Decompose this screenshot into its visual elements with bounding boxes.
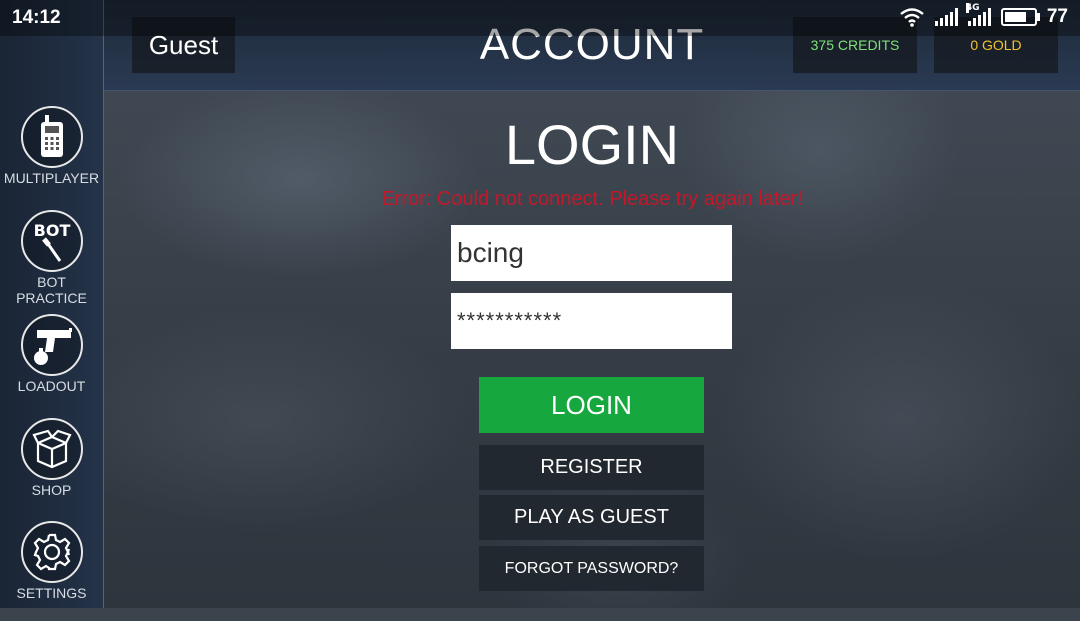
sidebar-item-loadout[interactable]: LOADOUT: [0, 314, 103, 414]
username-input[interactable]: [451, 225, 732, 281]
sidebar-item-label: SHOP: [31, 482, 72, 498]
error-message: Error: Could not connect. Please try aga…: [381, 188, 803, 210]
battery-icon: [1000, 8, 1040, 26]
play-as-guest-button[interactable]: PLAY AS GUEST: [479, 495, 704, 540]
sidebar-item-label: LOADOUT: [17, 378, 86, 394]
credits-value: 375 CREDITS: [810, 37, 900, 53]
sidebar-item-shop[interactable]: SHOP: [0, 418, 103, 518]
sidebar-item-settings[interactable]: SETTINGS: [0, 521, 103, 621]
bot-badge-text: BOT: [34, 221, 71, 240]
gold-value: 0 GOLD: [970, 37, 1022, 53]
battery-percentage: 77: [1046, 6, 1068, 27]
status-bar: 14:12 4G 77: [0, 0, 1080, 36]
gear-icon: [21, 521, 83, 583]
signal-bars-icon: [934, 8, 958, 26]
sidebar-item-label: MULTIPLAYER: [3, 170, 100, 186]
forgot-password-button[interactable]: FORGOT PASSWORD?: [479, 546, 704, 591]
wifi-icon: [900, 8, 924, 27]
walkie-talkie-icon: [21, 106, 83, 168]
network-type: 4G: [965, 3, 980, 13]
register-button[interactable]: REGISTER: [479, 445, 704, 490]
box-icon: [21, 418, 83, 480]
login-button[interactable]: LOGIN: [479, 377, 704, 433]
sidebar: MULTIPLAYER BOT BOT PRACTICE LOADOUT SHO…: [0, 0, 104, 608]
login-title: LOGIN: [504, 113, 680, 176]
sidebar-item-multiplayer[interactable]: MULTIPLAYER: [0, 106, 103, 206]
status-time: 14:12: [12, 7, 61, 28]
password-input[interactable]: [451, 293, 732, 349]
status-icons: 4G 77: [899, 3, 1068, 28]
signal-4g-icon: 4G: [965, 3, 991, 26]
sidebar-item-label: SETTINGS: [16, 585, 87, 601]
pistol-grenade-icon: [21, 314, 83, 376]
sidebar-item-bot-practice[interactable]: BOT BOT PRACTICE: [0, 210, 103, 310]
bot-knife-icon: BOT: [21, 210, 83, 272]
sidebar-item-label: BOT PRACTICE: [16, 274, 87, 306]
